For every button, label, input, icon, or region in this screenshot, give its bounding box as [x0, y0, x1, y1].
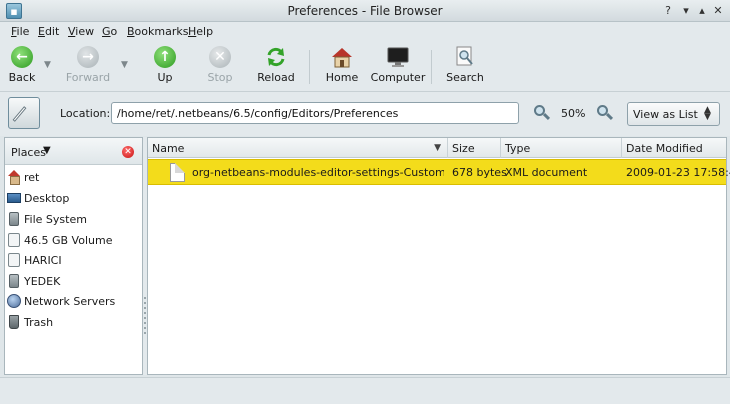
maximize-icon[interactable]: ▴ [694, 3, 710, 19]
reload-icon [265, 46, 287, 68]
zoom-level: 50% [561, 107, 586, 120]
places-title[interactable]: Places [11, 146, 46, 159]
home-button[interactable]: Home [312, 46, 372, 90]
menu-bar: File Edit View Go Bookmarks Help [0, 22, 730, 42]
file-type: XML document [505, 166, 588, 179]
up-arrow-icon: ↑ [154, 46, 176, 68]
file-size: 678 bytes [452, 166, 507, 179]
chevron-down-icon[interactable]: ▼ [43, 145, 51, 156]
computer-icon [387, 46, 409, 68]
toolbar-separator [431, 50, 432, 84]
place-item-desktop[interactable]: Desktop [5, 188, 142, 208]
stop-button[interactable]: ✕ Stop [190, 46, 250, 90]
column-modified[interactable]: Date Modified [622, 138, 726, 158]
forward-arrow-icon: → [77, 46, 99, 68]
file-modified: 2009-01-23 17:58:41 [626, 166, 730, 179]
zoom-in-icon[interactable] [596, 104, 614, 122]
file-row[interactable]: org-netbeans-modules-editor-settings-Cus… [148, 159, 730, 185]
home-icon [331, 46, 353, 68]
forward-button[interactable]: → Forward [58, 46, 118, 90]
xml-file-icon [170, 163, 185, 182]
drive-icon [9, 274, 19, 288]
menu-go[interactable]: Go [102, 25, 117, 38]
home-icon [7, 170, 21, 185]
network-icon [7, 294, 21, 308]
place-item-home[interactable]: ret [5, 167, 142, 187]
view-mode-value: View as List [633, 108, 698, 121]
volume-icon [8, 233, 20, 247]
window-title: Preferences - File Browser [287, 4, 443, 18]
menu-bookmarks[interactable]: Bookmarks [127, 25, 188, 38]
updown-chevron-icon: ▲ ▼ [704, 105, 711, 122]
column-header: Name ▼ Size Type Date Modified [148, 138, 726, 158]
toolbar-separator [309, 50, 310, 84]
menu-file[interactable]: File [11, 25, 29, 38]
computer-button[interactable]: Computer [368, 46, 428, 90]
location-input[interactable] [111, 102, 519, 124]
toggle-location-edit-button[interactable] [8, 97, 40, 129]
places-panel: Places ▼ ✕ ret Desktop File System 46.5 … [4, 137, 143, 375]
location-bar: Location: 50% View as List ▲▼ [0, 92, 730, 136]
back-history-chevron-icon[interactable]: ▼ [44, 60, 51, 70]
back-arrow-icon: ← [11, 46, 33, 68]
place-item-network[interactable]: Network Servers [5, 291, 142, 311]
column-name[interactable]: Name ▼ [148, 138, 448, 158]
menu-view[interactable]: View [68, 25, 94, 38]
stop-icon: ✕ [209, 46, 231, 68]
view-mode-select[interactable]: View as List ▲ ▼ [627, 102, 720, 126]
volume-icon [8, 253, 20, 267]
file-name: org-netbeans-modules-editor-settings-Cus… [192, 166, 444, 179]
desktop-icon [7, 193, 21, 203]
forward-history-chevron-icon[interactable]: ▼ [121, 60, 128, 70]
minimize-icon[interactable]: ▾ [678, 3, 694, 19]
drive-icon [9, 212, 19, 226]
places-header: Places ▼ ✕ [5, 138, 142, 165]
place-item-volume[interactable]: 46.5 GB Volume [5, 230, 142, 250]
place-item-trash[interactable]: Trash [5, 312, 142, 332]
place-item-harici[interactable]: HARICI [5, 250, 142, 270]
toolbar: ← Back ▼ → Forward ▼ ↑ Up ✕ Stop Reload … [0, 42, 730, 92]
close-panel-icon[interactable]: ✕ [122, 146, 134, 158]
zoom-out-icon[interactable] [533, 104, 551, 122]
location-label: Location: [60, 107, 111, 120]
pencil-icon [12, 106, 27, 122]
search-icon [454, 46, 476, 68]
search-button[interactable]: Search [435, 46, 495, 90]
column-type[interactable]: Type [501, 138, 622, 158]
place-item-yedek[interactable]: YEDEK [5, 271, 142, 291]
close-icon[interactable]: ✕ [710, 3, 726, 19]
reload-button[interactable]: Reload [246, 46, 306, 90]
column-size[interactable]: Size [448, 138, 501, 158]
help-icon[interactable]: ? [660, 3, 676, 19]
place-item-file-system[interactable]: File System [5, 209, 142, 229]
up-button[interactable]: ↑ Up [135, 46, 195, 90]
menu-edit[interactable]: Edit [38, 25, 59, 38]
file-list: Name ▼ Size Type Date Modified org-netbe… [147, 137, 730, 375]
trash-icon [9, 315, 19, 329]
status-bar [0, 377, 730, 404]
title-bar: ▪ Preferences - File Browser ? ▾ ▴ ✕ [0, 0, 730, 22]
sort-descending-icon: ▼ [434, 143, 441, 153]
menu-help[interactable]: Help [188, 25, 213, 38]
